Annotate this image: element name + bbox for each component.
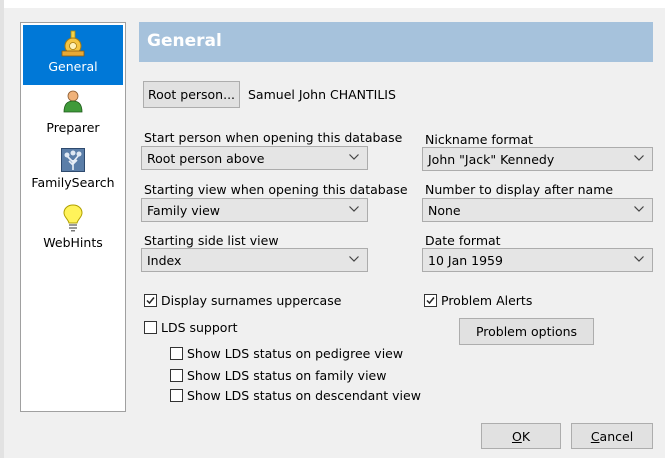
window-top-edge [0, 0, 665, 8]
sidebar-item-familysearch[interactable]: FamilySearch [23, 146, 123, 201]
lds-descendant-checkbox[interactable] [170, 389, 183, 402]
preparer-icon [63, 90, 83, 113]
starting-view-select[interactable]: Family view [141, 198, 368, 222]
chevron-down-icon [634, 155, 644, 161]
category-sidebar: General Preparer FamilySearch WebHints [20, 22, 126, 412]
starting-view-label: Starting view when opening this database [144, 182, 408, 197]
sidebar-item-preparer[interactable]: Preparer [23, 89, 123, 143]
chevron-down-icon [349, 256, 359, 262]
sidebar-item-label: Preparer [46, 120, 100, 135]
problem-alerts-label[interactable]: Problem Alerts [441, 293, 532, 308]
chevron-down-icon [634, 206, 644, 212]
chevron-down-icon [634, 256, 644, 262]
nickname-label: Nickname format [425, 132, 534, 147]
root-person-name: Samuel John CHANTILIS [248, 87, 396, 102]
lds-support-checkbox[interactable] [144, 321, 157, 334]
sidebar-item-label: General [48, 59, 98, 74]
surnames-uppercase-checkbox[interactable] [144, 294, 157, 307]
chevron-down-icon [349, 154, 359, 160]
sidebar-item-label: WebHints [43, 235, 103, 250]
date-format-select[interactable]: 10 Jan 1959 [422, 248, 653, 272]
start-person-label: Start person when opening this database [144, 130, 403, 145]
lds-pedigree-label[interactable]: Show LDS status on pedigree view [187, 346, 403, 361]
start-person-select[interactable]: Root person above [141, 146, 368, 170]
ok-button[interactable]: OK [481, 423, 561, 449]
nickname-select[interactable]: John "Jack" Kennedy [422, 147, 653, 171]
side-list-select[interactable]: Index [141, 248, 368, 272]
cancel-button[interactable]: Cancel [571, 423, 653, 449]
webhints-icon [63, 204, 83, 232]
sidebar-item-webhints[interactable]: WebHints [23, 201, 123, 261]
date-format-label: Date format [425, 233, 501, 248]
surnames-uppercase-label[interactable]: Display surnames uppercase [161, 293, 341, 308]
lds-descendant-label[interactable]: Show LDS status on descendant view [187, 388, 421, 403]
lds-family-checkbox[interactable] [170, 369, 183, 382]
root-person-button[interactable]: Root person... [143, 81, 240, 108]
window-left-edge [0, 0, 4, 458]
general-icon [61, 30, 85, 57]
checkmark-icon [426, 297, 435, 305]
problem-options-button[interactable]: Problem options [459, 318, 594, 345]
chevron-down-icon [349, 206, 359, 212]
familysearch-icon [61, 148, 85, 172]
sidebar-item-label: FamilySearch [31, 175, 115, 190]
lds-support-label[interactable]: LDS support [161, 320, 238, 335]
side-list-label: Starting side list view [144, 233, 279, 248]
problem-alerts-checkbox[interactable] [424, 294, 437, 307]
number-after-name-select[interactable]: None [422, 198, 653, 222]
section-header: General [139, 22, 653, 62]
lds-pedigree-checkbox[interactable] [170, 347, 183, 360]
page-title: General [147, 31, 222, 51]
number-after-name-label: Number to display after name [425, 182, 614, 197]
sidebar-item-general[interactable]: General [23, 25, 123, 85]
checkmark-icon [146, 297, 155, 305]
lds-family-label[interactable]: Show LDS status on family view [187, 368, 386, 383]
